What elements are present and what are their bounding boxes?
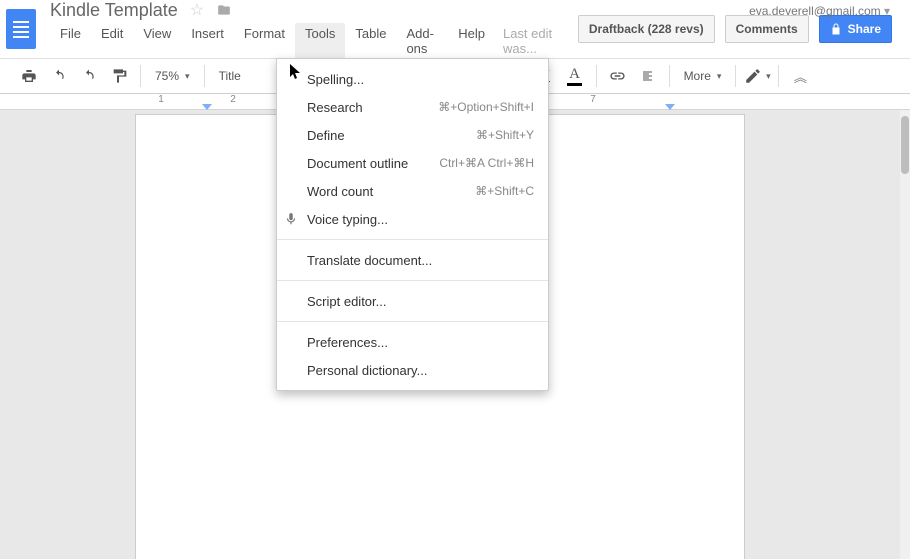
menu-item-shortcut: ⌘+Shift+Y [476,128,534,142]
menu-tools[interactable]: Tools [295,23,345,59]
tools-translate-document[interactable]: Translate document... [277,246,548,274]
menu-add-ons[interactable]: Add-ons [396,23,448,59]
menu-edit[interactable]: Edit [91,23,133,59]
menu-item-shortcut: ⌘+Option+Shift+I [438,100,534,114]
tools-document-outline[interactable]: Document outline Ctrl+⌘A Ctrl+⌘H [277,149,548,177]
draftback-button[interactable]: Draftback (228 revs) [578,15,715,43]
menu-item-label: Define [307,128,345,143]
menu-view[interactable]: View [133,23,181,59]
insert-link-icon[interactable] [603,62,633,90]
vertical-scrollbar[interactable] [900,110,910,559]
ruler-tick: 2 [197,94,269,109]
undo-icon[interactable] [44,62,74,90]
folder-icon[interactable] [216,3,232,17]
scrollbar-thumb[interactable] [901,116,909,174]
menu-item-label: Preferences... [307,335,388,350]
document-title[interactable]: Kindle Template [50,0,178,21]
mic-icon [284,212,298,226]
menu-file[interactable]: File [50,23,91,59]
menu-format[interactable]: Format [234,23,295,59]
style-value: Title [219,69,241,83]
menu-separator [277,321,548,322]
menu-table[interactable]: Table [345,23,396,59]
menu-item-shortcut: ⌘+Shift+C [475,184,534,198]
menu-item-shortcut: Ctrl+⌘A Ctrl+⌘H [439,156,534,170]
tools-personal-dictionary[interactable]: Personal dictionary... [277,356,548,384]
menu-separator [277,280,548,281]
last-edit-text[interactable]: Last edit was... [503,26,560,56]
menu-insert[interactable]: Insert [181,23,234,59]
comments-button[interactable]: Comments [725,15,809,43]
menu-item-label: Voice typing... [307,212,388,227]
zoom-dropdown[interactable]: 75%▾ [147,69,198,83]
menu-item-label: Spelling... [307,72,364,87]
paint-format-icon[interactable] [104,62,134,90]
docs-home-icon[interactable] [0,0,42,58]
menubar: Last edit was... FileEditViewInsertForma… [50,23,560,59]
mouse-cursor [290,64,302,80]
editing-mode-icon[interactable]: ▾ [742,62,772,90]
title-area: Kindle Template ☆ Last edit was... FileE… [42,0,560,58]
align-icon[interactable] [633,62,663,90]
menu-item-label: Document outline [307,156,408,171]
more-dropdown[interactable]: More▾ [676,69,730,83]
tools-voice-typing[interactable]: Voice typing... [277,205,548,233]
tools-menu-dropdown: Spelling... Research ⌘+Option+Shift+I Defin… [276,58,549,391]
text-color-icon[interactable]: A [560,62,590,90]
zoom-value: 75% [155,69,179,83]
tools-research[interactable]: Research ⌘+Option+Shift+I [277,93,548,121]
print-icon[interactable] [14,62,44,90]
menu-item-label: Script editor... [307,294,386,309]
collapse-toolbar-icon[interactable]: ︽ [785,62,815,90]
share-button[interactable]: Share [819,15,892,43]
tools-word-count[interactable]: Word count ⌘+Shift+C [277,177,548,205]
tools-spelling[interactable]: Spelling... [277,65,548,93]
more-label: More [684,69,711,83]
user-email[interactable]: eva.deverell@gmail.com [749,4,890,18]
redo-icon[interactable] [74,62,104,90]
tools-define[interactable]: Define ⌘+Shift+Y [277,121,548,149]
menu-item-label: Research [307,100,363,115]
ruler-tick: 7 [557,94,629,109]
menu-help[interactable]: Help [448,23,495,59]
ruler-tick: 1 [125,94,197,109]
tools-preferences[interactable]: Preferences... [277,328,548,356]
menu-separator [277,239,548,240]
tools-script-editor[interactable]: Script editor... [277,287,548,315]
menu-item-label: Word count [307,184,373,199]
menu-item-label: Translate document... [307,253,432,268]
menu-item-label: Personal dictionary... [307,363,427,378]
share-label: Share [848,22,881,36]
star-icon[interactable]: ☆ [190,0,204,20]
